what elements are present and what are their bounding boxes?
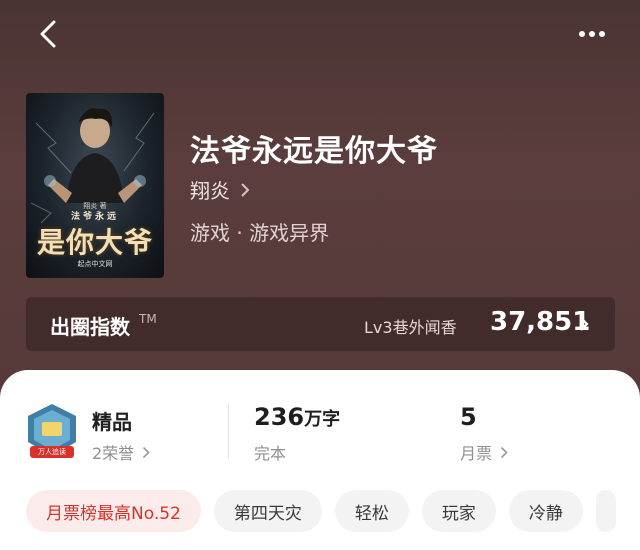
tag-chip[interactable]: 第四天灾: [213, 490, 322, 532]
monthly-ticket-count: 5: [460, 403, 477, 431]
monthly-ticket-link[interactable]: 月票: [460, 440, 508, 464]
book-info-card: 万人追读 精品 2荣誉 236万字 完本 5 月票 月票榜最高No.52 第四天…: [0, 370, 640, 550]
chevron-left-icon: [40, 20, 56, 48]
more-dots-icon: [579, 31, 605, 37]
completion-status: 完本: [254, 444, 287, 463]
cover-publisher: 起点中文网: [77, 260, 113, 268]
word-count-unit: 万字: [304, 409, 341, 430]
tag-chip[interactable]: 月票榜最高No.52: [26, 490, 201, 532]
tag-chip[interactable]: 冷静: [508, 490, 583, 532]
tag-chip-overflow[interactable]: [595, 490, 616, 532]
top-bar: [0, 0, 640, 70]
tag-chip[interactable]: 轻松: [334, 490, 409, 532]
book-cover[interactable]: 翔炎 著 法爷永远 是你大爷 起点中文网: [26, 93, 164, 278]
author-name: 翔炎: [190, 179, 230, 203]
trademark-mark: TM: [139, 312, 157, 326]
author-link[interactable]: 翔炎: [190, 175, 250, 204]
word-count-value: 236: [254, 403, 305, 431]
honor-count: 2荣誉: [92, 444, 135, 463]
index-value: 37,851: [490, 307, 591, 337]
word-count: 236万字: [254, 403, 340, 431]
badge-label: 万人追读: [38, 448, 66, 456]
quality-badge[interactable]: 万人追读: [26, 402, 78, 464]
honor-link[interactable]: 2荣誉: [92, 440, 150, 464]
cover-title: 是你大爷: [36, 226, 153, 259]
chevron-right-icon: [143, 446, 150, 458]
chevron-right-icon: [241, 182, 250, 197]
back-button[interactable]: [34, 16, 64, 52]
chevron-right-icon: [580, 317, 589, 331]
book-hero: 翔炎 著 法爷永远 是你大爷 起点中文网 法爷永远是你大爷 翔炎 游戏 · 游戏…: [0, 0, 640, 400]
quality-title: 精品: [92, 410, 132, 434]
more-button[interactable]: [570, 22, 614, 46]
index-level: Lv3巷外闻香: [364, 318, 457, 337]
divider: [228, 403, 229, 459]
monthly-ticket-label: 月票: [460, 444, 493, 463]
index-label: 出圈指数: [50, 315, 130, 339]
book-genre[interactable]: 游戏 · 游戏异界: [190, 217, 329, 246]
tag-chip[interactable]: 玩家: [421, 490, 496, 532]
book-title: 法爷永远是你大爷: [190, 134, 438, 169]
popularity-index-bar[interactable]: 出圈指数 TM Lv3巷外闻香 37,851: [26, 297, 615, 351]
chevron-right-icon: [500, 446, 508, 458]
tag-list: 月票榜最高No.52 第四天灾 轻松 玩家 冷静: [26, 490, 640, 534]
